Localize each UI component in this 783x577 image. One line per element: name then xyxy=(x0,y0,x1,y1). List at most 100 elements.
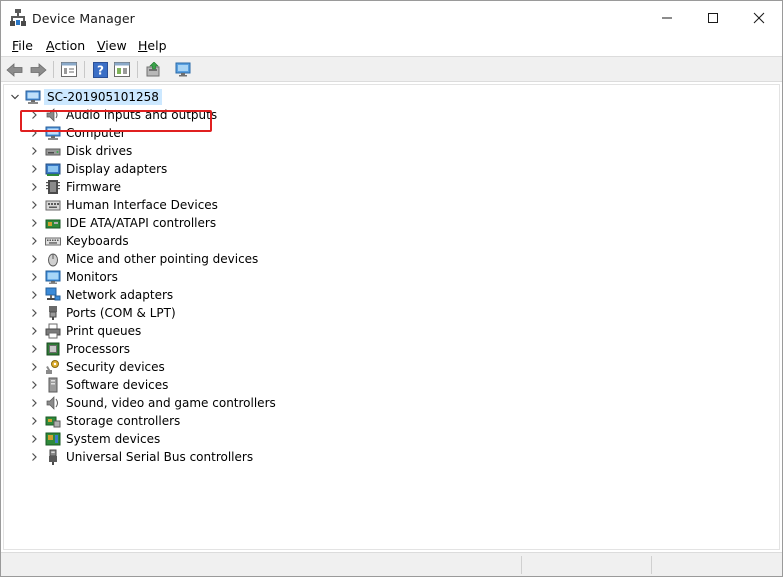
device-category-label[interactable]: IDE ATA/ATAPI controllers xyxy=(66,216,216,230)
device-category-label[interactable]: Keyboards xyxy=(66,234,129,248)
menu-help[interactable]: Help xyxy=(138,38,167,53)
chevron-right-icon[interactable] xyxy=(29,145,39,157)
toolbar-separator xyxy=(137,61,138,78)
device-category-label[interactable]: Disk drives xyxy=(66,144,132,158)
chevron-right-icon[interactable] xyxy=(29,199,39,211)
toolbar-separator xyxy=(84,61,85,78)
chevron-right-icon[interactable] xyxy=(29,235,39,247)
chevron-right-icon[interactable] xyxy=(29,397,39,409)
chevron-right-icon[interactable] xyxy=(29,181,39,193)
chevron-right-icon[interactable] xyxy=(29,415,39,427)
computer-name-label[interactable]: SC-201905101258 xyxy=(44,89,162,105)
device-category-row[interactable]: Monitors xyxy=(4,268,774,286)
device-category-label[interactable]: Processors xyxy=(66,342,130,356)
chevron-right-icon[interactable] xyxy=(29,451,39,463)
menu-file[interactable]: File xyxy=(12,38,33,53)
device-category-label[interactable]: Sound, video and game controllers xyxy=(66,396,276,410)
device-category-row[interactable]: Human Interface Devices xyxy=(4,196,774,214)
device-category-row[interactable]: Processors xyxy=(4,340,774,358)
device-category-label[interactable]: System devices xyxy=(66,432,160,446)
processor-icon xyxy=(46,342,60,356)
chevron-right-icon[interactable] xyxy=(29,361,39,373)
maximize-button[interactable] xyxy=(690,1,736,35)
menu-view[interactable]: View xyxy=(97,38,127,53)
device-category-label[interactable]: Network adapters xyxy=(66,288,173,302)
system-device-icon xyxy=(45,432,61,446)
device-category-label[interactable]: Storage controllers xyxy=(66,414,180,428)
device-category-label[interactable]: Mice and other pointing devices xyxy=(66,252,258,266)
help-button[interactable]: ? xyxy=(90,60,110,79)
device-category-label[interactable]: Print queues xyxy=(66,324,141,338)
update-driver-button[interactable] xyxy=(143,60,163,79)
device-category-row[interactable]: Firmware xyxy=(4,178,774,196)
status-bar-divider xyxy=(521,556,522,574)
port-icon xyxy=(49,306,57,320)
keyboard-icon xyxy=(45,237,61,246)
device-category-row[interactable]: Disk drives xyxy=(4,142,774,160)
device-category-row[interactable]: System devices xyxy=(4,430,774,448)
menu-action[interactable]: Action xyxy=(46,38,85,53)
scan-hardware-icon xyxy=(175,62,191,76)
status-bar xyxy=(1,552,782,576)
chevron-right-icon[interactable] xyxy=(29,271,39,283)
device-category-label[interactable]: Human Interface Devices xyxy=(66,198,218,212)
chevron-right-icon[interactable] xyxy=(29,163,39,175)
forward-icon xyxy=(30,62,47,77)
view-button[interactable] xyxy=(112,60,132,79)
storage-controller-icon xyxy=(45,416,61,428)
device-category-row[interactable]: Storage controllers xyxy=(4,412,774,430)
device-manager-app-icon xyxy=(10,9,26,26)
device-category-label[interactable]: Display adapters xyxy=(66,162,167,176)
chevron-down-icon[interactable] xyxy=(10,91,20,103)
back-icon xyxy=(6,62,23,77)
device-category-row[interactable]: Display adapters xyxy=(4,160,774,178)
device-category-row[interactable]: IDE ATA/ATAPI controllers xyxy=(4,214,774,232)
device-manager-window: Device Manager File Action View Help ? S… xyxy=(0,0,783,577)
device-category-label[interactable]: Monitors xyxy=(66,270,118,284)
security-key-icon xyxy=(46,360,59,374)
device-category-label[interactable]: Universal Serial Bus controllers xyxy=(66,450,253,464)
device-category-row[interactable]: Ports (COM & LPT) xyxy=(4,304,774,322)
device-category-row[interactable]: Software devices xyxy=(4,376,774,394)
close-icon xyxy=(753,12,765,24)
device-category-row[interactable]: Sound, video and game controllers xyxy=(4,394,774,412)
device-category-row[interactable]: Keyboards xyxy=(4,232,774,250)
chevron-right-icon[interactable] xyxy=(29,217,39,229)
chevron-right-icon[interactable] xyxy=(29,343,39,355)
window-title: Device Manager xyxy=(32,11,135,26)
chevron-right-icon[interactable] xyxy=(29,307,39,319)
close-button[interactable] xyxy=(736,1,782,35)
properties-button[interactable] xyxy=(59,60,79,79)
minimize-button[interactable] xyxy=(644,1,690,35)
sound-icon xyxy=(46,396,58,410)
tree-root-row[interactable]: SC-201905101258 xyxy=(4,88,774,106)
device-category-label[interactable]: Security devices xyxy=(66,360,165,374)
svg-text:?: ? xyxy=(97,63,104,77)
chevron-right-icon[interactable] xyxy=(29,253,39,265)
mouse-icon xyxy=(48,253,58,267)
toolbar-separator xyxy=(53,61,54,78)
maximize-icon xyxy=(708,13,718,23)
device-category-label[interactable]: Ports (COM & LPT) xyxy=(66,306,176,320)
device-tree[interactable]: SC-201905101258 Audio inputs and outputs… xyxy=(3,84,780,550)
forward-button[interactable] xyxy=(28,60,48,79)
disk-drive-icon xyxy=(45,148,61,156)
monitor-icon xyxy=(45,270,61,284)
firmware-icon xyxy=(46,180,60,194)
device-category-row[interactable]: Security devices xyxy=(4,358,774,376)
title-bar[interactable]: Device Manager xyxy=(1,1,782,35)
properties-icon xyxy=(61,62,77,77)
computer-root-icon xyxy=(25,90,41,104)
chevron-right-icon[interactable] xyxy=(29,325,39,337)
chevron-right-icon[interactable] xyxy=(29,289,39,301)
device-category-row[interactable]: Universal Serial Bus controllers xyxy=(4,448,774,466)
device-category-label[interactable]: Software devices xyxy=(66,378,168,392)
device-category-label[interactable]: Firmware xyxy=(66,180,121,194)
scan-hardware-button[interactable] xyxy=(174,60,194,79)
device-category-row[interactable]: Network adapters xyxy=(4,286,774,304)
device-category-row[interactable]: Print queues xyxy=(4,322,774,340)
back-button[interactable] xyxy=(5,60,25,79)
chevron-right-icon[interactable] xyxy=(29,379,39,391)
device-category-row[interactable]: Mice and other pointing devices xyxy=(4,250,774,268)
chevron-right-icon[interactable] xyxy=(29,433,39,445)
